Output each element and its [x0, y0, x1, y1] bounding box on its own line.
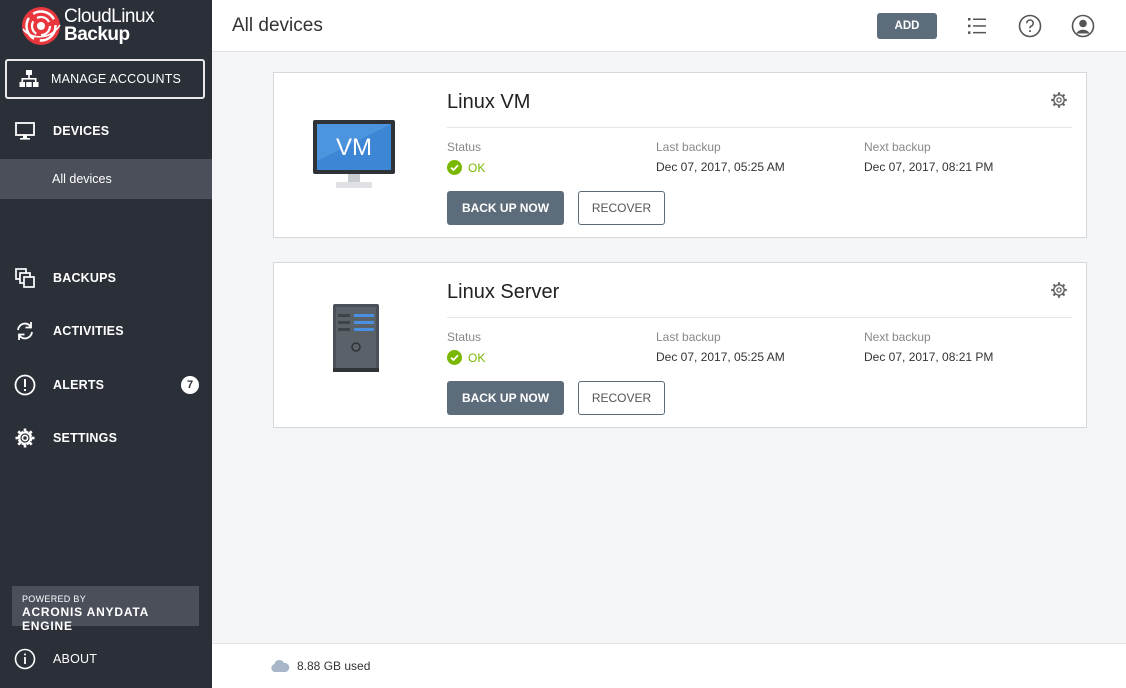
add-button[interactable]: ADD — [877, 13, 937, 39]
sidebar-item-label: ACTIVITIES — [53, 324, 124, 338]
vm-icon-text: VM — [336, 134, 372, 161]
powered-by-banner: POWERED BY ACRONIS ANYDATA ENGINE — [12, 586, 199, 633]
alerts-count-badge: 7 — [181, 376, 199, 394]
last-backup-value: Dec 07, 2017, 05:25 AM — [656, 160, 785, 174]
recover-button[interactable]: RECOVER — [578, 191, 665, 225]
engine-label: ACRONIS ANYDATA ENGINE — [22, 605, 149, 633]
check-circle-icon — [447, 160, 462, 175]
card-divider — [447, 317, 1072, 318]
status-value: OK — [447, 160, 485, 175]
user-account-icon[interactable] — [1070, 13, 1096, 39]
sidebar-item-about[interactable]: ABOUT — [0, 639, 212, 679]
cloudlinux-logo-icon — [22, 7, 61, 45]
status-label: Status — [447, 330, 482, 344]
sidebar-item-label: ALERTS — [53, 378, 105, 392]
recover-button[interactable]: RECOVER — [578, 381, 665, 415]
next-backup-label: Next backup — [864, 140, 931, 154]
check-circle-icon — [447, 350, 462, 365]
sidebar-item-label: DEVICES — [53, 124, 110, 138]
vm-monitor-icon: VM — [313, 120, 395, 188]
storage-usage-text: 8.88 GB used — [297, 659, 371, 673]
sidebar-item-activities[interactable]: ACTIVITIES — [0, 311, 212, 351]
sidebar-item-label: BACKUPS — [53, 271, 117, 285]
monitor-icon — [14, 120, 36, 142]
last-backup-label: Last backup — [656, 330, 721, 344]
copies-icon — [14, 267, 36, 289]
next-backup-label: Next backup — [864, 330, 931, 344]
device-settings-gear-icon[interactable] — [1050, 91, 1068, 109]
back-up-now-button[interactable]: BACK UP NOW — [447, 381, 564, 415]
org-chart-icon — [19, 70, 39, 87]
help-icon[interactable] — [1017, 13, 1043, 39]
card-divider — [447, 127, 1072, 128]
next-backup-value: Dec 07, 2017, 08:21 PM — [864, 350, 994, 364]
back-up-now-button[interactable]: BACK UP NOW — [447, 191, 564, 225]
device-settings-gear-icon[interactable] — [1050, 281, 1068, 299]
sidebar-item-all-devices[interactable]: All devices — [0, 159, 212, 199]
sidebar-item-alerts[interactable]: ALERTS 7 — [0, 365, 212, 405]
page-title: All devices — [232, 15, 323, 36]
last-backup-label: Last backup — [656, 140, 721, 154]
gear-icon — [14, 427, 36, 449]
sidebar-item-label: SETTINGS — [53, 431, 118, 445]
sidebar-item-backups[interactable]: BACKUPS — [0, 258, 212, 298]
list-view-icon[interactable] — [964, 13, 990, 39]
brand-name-line2: Backup — [64, 24, 130, 45]
info-icon — [14, 648, 36, 670]
manage-accounts-button[interactable]: MANAGE ACCOUNTS — [5, 59, 205, 99]
device-card: VM Linux VM Status OK Last backup Dec 07… — [273, 72, 1087, 238]
status-text: OK — [468, 350, 486, 365]
last-backup-value: Dec 07, 2017, 05:25 AM — [656, 350, 785, 364]
sidebar-item-settings[interactable]: SETTINGS — [0, 418, 212, 458]
alert-circle-icon — [14, 374, 36, 396]
powered-by-label: POWERED BY — [22, 594, 87, 604]
device-name: Linux Server — [447, 281, 560, 303]
sidebar-item-label: ABOUT — [53, 652, 98, 666]
status-label: Status — [447, 140, 482, 154]
manage-accounts-label: MANAGE ACCOUNTS — [51, 72, 182, 86]
device-name: Linux VM — [447, 91, 531, 113]
top-header: All devices ADD — [212, 0, 1126, 52]
sidebar: CloudLinux Backup MANAGE ACCOUNTS DEVICE… — [0, 0, 212, 688]
storage-footer: 8.88 GB used — [212, 643, 1126, 688]
status-text: OK — [468, 160, 486, 175]
sidebar-item-devices[interactable]: DEVICES — [0, 111, 212, 151]
refresh-arrows-icon — [14, 320, 36, 342]
status-value: OK — [447, 350, 485, 365]
next-backup-value: Dec 07, 2017, 08:21 PM — [864, 160, 994, 174]
server-tower-icon — [333, 304, 379, 372]
device-card: Linux Server Status OK Last backup Dec 0… — [273, 262, 1087, 428]
cloud-icon — [271, 660, 290, 672]
brand-logo[interactable]: CloudLinux Backup — [20, 5, 155, 47]
